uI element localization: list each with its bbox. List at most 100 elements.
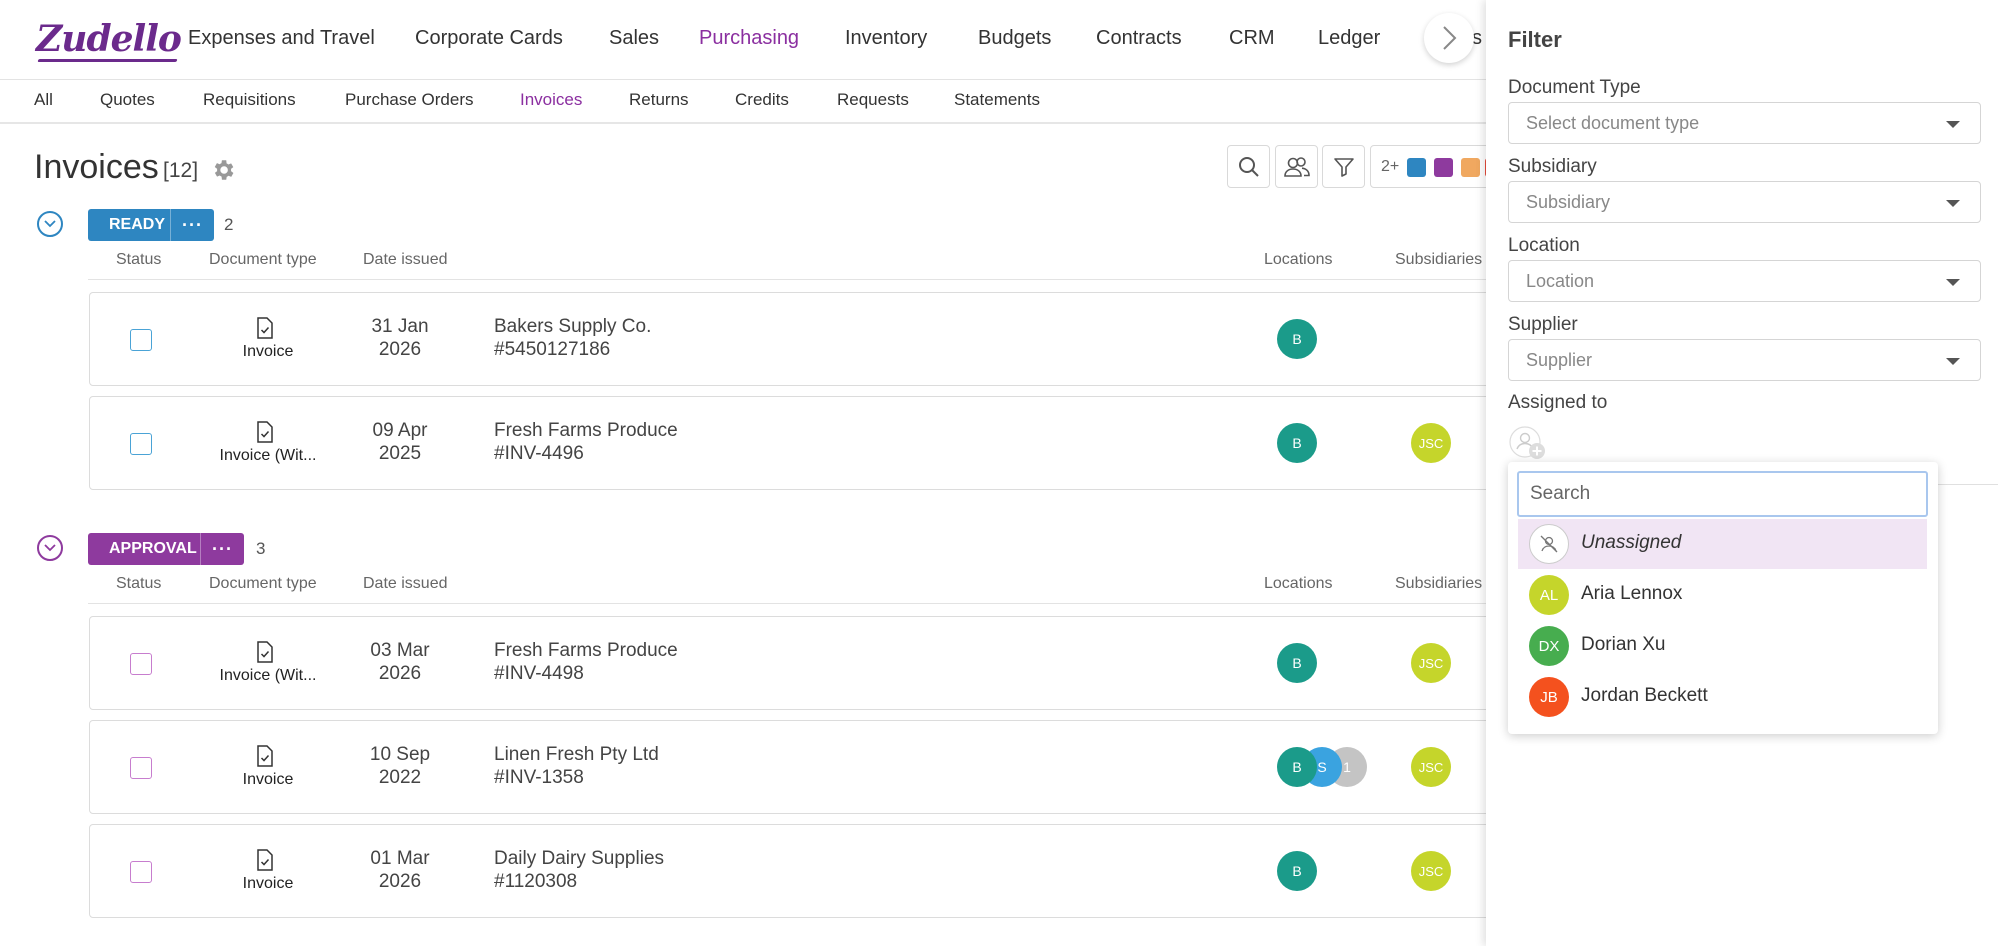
table-row[interactable]: Invoice (Wit... 09 Apr 2025 Fresh Farms P…	[89, 396, 1509, 490]
tab-requests[interactable]: Requests	[837, 90, 909, 110]
chevron-down-icon	[44, 220, 56, 228]
settings-button[interactable]	[210, 157, 236, 188]
location-avatar: B	[1277, 643, 1317, 683]
nav-item-contracts[interactable]: Contracts	[1096, 27, 1182, 50]
document-type: Invoice	[242, 875, 294, 892]
assignee-name: Dorian Xu	[1581, 634, 1666, 655]
assignee-option-aria-lennox[interactable]: AL Aria Lennox	[1518, 570, 1927, 620]
search-icon	[1238, 156, 1259, 177]
row-checkbox[interactable]	[130, 329, 152, 351]
col-document-type[interactable]: Document type	[209, 575, 317, 593]
col-locations[interactable]: Locations	[1264, 251, 1333, 269]
col-date-issued[interactable]: Date issued	[363, 251, 448, 269]
nav-item-crm[interactable]: CRM	[1229, 27, 1275, 50]
subsidiary-avatar: JSC	[1411, 423, 1451, 463]
document-type: Invoice (Wit...	[219, 447, 317, 464]
avatar: AL	[1529, 575, 1569, 615]
nav-item-sales[interactable]: Sales	[609, 27, 659, 50]
document-icon	[256, 745, 274, 772]
group-label: READY	[109, 216, 166, 233]
col-status[interactable]: Status	[116, 575, 161, 593]
divider	[88, 279, 1486, 280]
more-options-icon[interactable]: ···	[170, 209, 214, 241]
nav-item-expenses-and-travel[interactable]: Expenses and Travel	[188, 27, 375, 50]
tab-all[interactable]: All	[34, 90, 53, 110]
document-type-select[interactable]: Select document type	[1508, 102, 1981, 144]
color-chip	[1461, 158, 1480, 177]
table-row[interactable]: Invoice 31 Jan 2026 Bakers Supply Co. #545…	[89, 292, 1509, 386]
ready-collapse-button[interactable]	[37, 211, 63, 237]
supplier-name: Linen Fresh Pty Ltd	[494, 744, 659, 765]
col-subsidiaries[interactable]: Subsidiaries	[1395, 575, 1482, 593]
assignee-option-dorian-xu[interactable]: DX Dorian Xu	[1518, 621, 1927, 671]
tab-requisitions[interactable]: Requisitions	[203, 90, 296, 110]
row-checkbox[interactable]	[130, 653, 152, 675]
location-select[interactable]: Location	[1508, 260, 1981, 302]
select-placeholder: Subsidiary	[1526, 192, 1611, 212]
supplier-name: Bakers Supply Co.	[494, 316, 652, 337]
date-issued: 09 Apr 2025	[372, 420, 428, 464]
nav-item-ledger[interactable]: Ledger	[1318, 27, 1380, 50]
subsidiary-label: Subsidiary	[1508, 156, 1597, 177]
nav-item-corporate-cards[interactable]: Corporate Cards	[415, 27, 563, 50]
assignee-dropdown: Unassigned AL Aria Lennox DX Dorian Xu J…	[1508, 462, 1938, 734]
subsidiary-select[interactable]: Subsidiary	[1508, 181, 1981, 223]
approval-count: 3	[256, 539, 266, 558]
row-checkbox[interactable]	[130, 757, 152, 779]
location-avatar: B	[1277, 319, 1317, 359]
color-filter-count: 2+	[1381, 158, 1400, 175]
color-filter-button[interactable]: 2+	[1370, 145, 1504, 188]
users-icon	[1283, 156, 1310, 177]
nav-scroll-right-button[interactable]	[1424, 13, 1474, 63]
row-checkbox[interactable]	[130, 433, 152, 455]
unassigned-user-icon	[1529, 524, 1569, 564]
tab-credits[interactable]: Credits	[735, 90, 789, 110]
col-subsidiaries[interactable]: Subsidiaries	[1395, 251, 1482, 269]
date-issued: 10 Sep 2022	[369, 744, 431, 788]
tab-invoices[interactable]: Invoices	[520, 90, 582, 110]
table-row[interactable]: Invoice 10 Sep 2022 Linen Fresh Pty Ltd #I…	[89, 720, 1509, 814]
supplier-info: Fresh Farms Produce #INV-4496	[494, 419, 678, 465]
avatar: JB	[1529, 677, 1569, 717]
nav-item-budgets[interactable]: Budgets	[978, 27, 1051, 50]
supplier-info: Bakers Supply Co. #5450127186	[494, 315, 651, 361]
tab-returns[interactable]: Returns	[629, 90, 689, 110]
approval-status-badge[interactable]: APPROVAL ···	[88, 533, 244, 565]
assignee-option-jordan-beckett[interactable]: JB Jordan Beckett	[1518, 672, 1927, 722]
row-checkbox[interactable]	[130, 861, 152, 883]
nav-item-inventory[interactable]: Inventory	[845, 27, 927, 50]
tab-quotes[interactable]: Quotes	[100, 90, 155, 110]
document-reference: #INV-1358	[494, 767, 584, 788]
document-icon	[256, 421, 274, 448]
assignee-option-unassigned[interactable]: Unassigned	[1518, 519, 1927, 569]
avatar: DX	[1529, 626, 1569, 666]
nav-item-purchasing[interactable]: Purchasing	[699, 27, 799, 50]
supplier-name: Daily Dairy Supplies	[494, 848, 665, 869]
ready-status-badge[interactable]: READY ···	[88, 209, 214, 241]
subsidiary-avatar: JSC	[1411, 747, 1451, 787]
tab-statements[interactable]: Statements	[954, 90, 1040, 110]
zudello-logo[interactable]: Zudello	[36, 18, 182, 60]
filter-icon	[1333, 157, 1354, 177]
supplier-label: Supplier	[1508, 314, 1578, 335]
date-issued: 03 Mar 2026	[370, 640, 430, 684]
col-locations[interactable]: Locations	[1264, 575, 1333, 593]
date-issued: 31 Jan 2026	[371, 316, 429, 360]
search-button[interactable]	[1227, 145, 1270, 188]
more-options-icon[interactable]: ···	[200, 533, 244, 565]
table-row[interactable]: Invoice (Wit... 03 Mar 2026 Fresh Farms P…	[89, 616, 1509, 710]
tab-purchase-orders[interactable]: Purchase Orders	[345, 90, 474, 110]
add-user-icon	[1509, 426, 1545, 459]
supplier-select[interactable]: Supplier	[1508, 339, 1981, 381]
col-document-type[interactable]: Document type	[209, 251, 317, 269]
location-avatar: B	[1277, 851, 1317, 891]
chevron-right-icon	[1443, 26, 1457, 50]
filter-button[interactable]	[1322, 145, 1365, 188]
assignee-search-input[interactable]	[1517, 471, 1928, 517]
col-status[interactable]: Status	[116, 251, 161, 269]
document-reference: #5450127186	[494, 339, 611, 360]
users-filter-button[interactable]	[1275, 145, 1318, 188]
table-row[interactable]: Invoice 01 Mar 2026 Daily Dairy Supplies #…	[89, 824, 1509, 918]
approval-collapse-button[interactable]	[37, 535, 63, 561]
col-date-issued[interactable]: Date issued	[363, 575, 448, 593]
